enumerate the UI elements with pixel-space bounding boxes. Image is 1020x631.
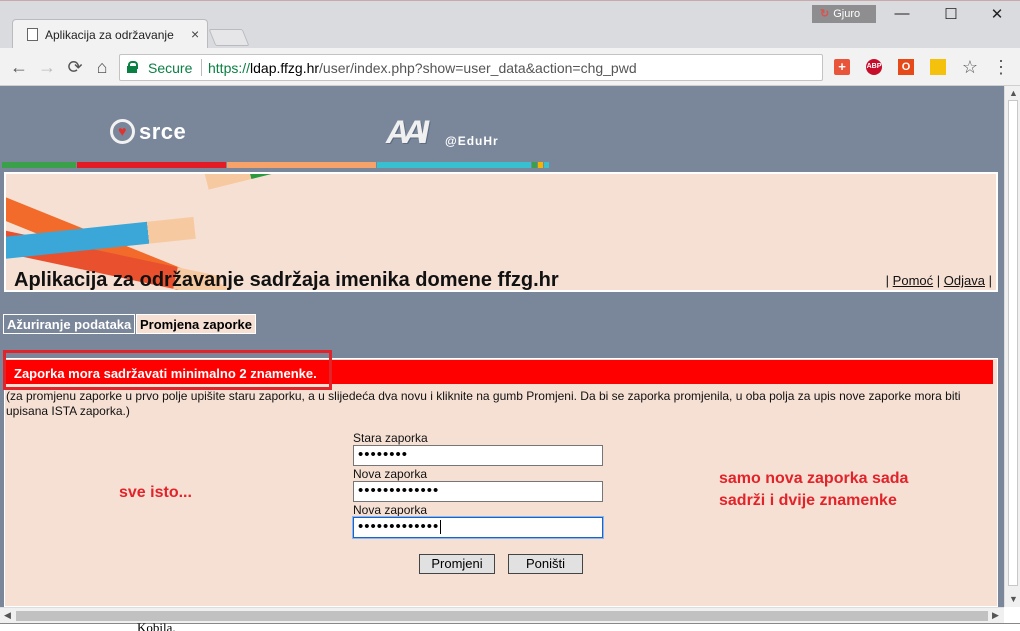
error-highlight-box bbox=[3, 350, 332, 390]
forward-button[interactable]: → bbox=[36, 56, 58, 78]
vertical-scroll-thumb[interactable] bbox=[1008, 100, 1018, 586]
underlying-window: Kobila. bbox=[0, 620, 1020, 631]
scroll-right-icon[interactable]: ▶ bbox=[992, 610, 999, 621]
stripe-red bbox=[77, 162, 226, 168]
new-tab-button[interactable] bbox=[208, 29, 250, 46]
browser-tab[interactable]: Aplikacija za održavanje s × bbox=[12, 19, 208, 49]
header-logos: ♥ srce AAI @EduHr bbox=[0, 86, 1004, 172]
confirm-password-label: Nova zaporka bbox=[353, 503, 428, 517]
annotation-left: sve isto... bbox=[119, 484, 192, 501]
url-host: ldap.ffzg.hr bbox=[250, 60, 320, 76]
vertical-scrollbar[interactable]: ▲ ▼ bbox=[1004, 86, 1020, 607]
app-title: Aplikacija za održavanje sadržaja imenik… bbox=[14, 269, 559, 291]
profile-sync-icon: ↻ bbox=[820, 8, 830, 20]
stripe-green bbox=[2, 162, 76, 168]
back-button[interactable]: ← bbox=[8, 56, 30, 78]
tab-title: Aplikacija za održavanje s bbox=[45, 28, 177, 42]
url-path: /user/index.php?show=user_data&action=ch… bbox=[319, 60, 637, 76]
home-button[interactable]: ⌂ bbox=[91, 56, 113, 78]
page-viewport: ♥ srce AAI @EduHr Aplikacija za održavanj… bbox=[0, 86, 1004, 607]
aai-logo: AAI bbox=[386, 114, 429, 150]
old-password-label: Stara zaporka bbox=[353, 431, 428, 445]
link-separator: | bbox=[988, 273, 992, 288]
browser-titlebar: Aplikacija za održavanje s × ↻ Gjuro — ☐ … bbox=[0, 0, 1020, 49]
annotation-right-line1: samo nova zaporka sada bbox=[719, 470, 909, 487]
url-scheme: https:// bbox=[208, 60, 251, 76]
stripe-orange bbox=[227, 162, 376, 168]
stripe-yellow-small bbox=[538, 162, 543, 168]
page-icon bbox=[27, 28, 38, 41]
srce-logo: ♥ srce bbox=[110, 119, 186, 145]
srce-heart-icon: ♥ bbox=[110, 119, 135, 144]
logout-link[interactable]: Odjava bbox=[944, 273, 985, 288]
close-window-button[interactable]: ✕ bbox=[985, 5, 1009, 27]
reload-button[interactable]: ⟳ bbox=[64, 56, 86, 78]
stripe-cyan-small bbox=[544, 162, 549, 168]
profile-name: Gjuro bbox=[833, 8, 861, 20]
instructions-text: (za promjenu zaporke u prvo polje upišit… bbox=[6, 389, 961, 418]
stripe-cyan bbox=[377, 162, 531, 168]
underlying-window-text: Kobila. bbox=[137, 620, 176, 631]
scroll-up-icon[interactable]: ▲ bbox=[1009, 88, 1018, 98]
reset-button[interactable]: Poništi bbox=[508, 554, 583, 574]
plus-extension-icon[interactable]: + bbox=[834, 59, 850, 75]
eduhr-logo: @EduHr bbox=[445, 134, 499, 148]
stripe-green-small bbox=[532, 162, 537, 168]
old-password-field[interactable]: •••••••• bbox=[353, 445, 603, 466]
scroll-down-icon[interactable]: ▼ bbox=[1009, 594, 1018, 604]
tab-change-password[interactable]: Promjena zaporke bbox=[136, 314, 256, 334]
tab-close-icon[interactable]: × bbox=[191, 26, 199, 42]
profile-button[interactable]: ↻ Gjuro bbox=[812, 5, 876, 23]
app-banner: Aplikacija za održavanje sadržaja imenik… bbox=[4, 172, 998, 292]
scroll-left-icon[interactable]: ◀ bbox=[4, 610, 11, 621]
new-password-field[interactable]: ••••••••••••• bbox=[353, 481, 603, 502]
submit-button[interactable]: Promjeni bbox=[419, 554, 495, 574]
note-extension-icon[interactable] bbox=[930, 59, 946, 75]
office-extension-icon[interactable]: O bbox=[898, 59, 914, 75]
new-password-label: Nova zaporka bbox=[353, 467, 428, 481]
omnibox-divider bbox=[201, 59, 202, 76]
tab-update-data[interactable]: Ažuriranje podataka bbox=[3, 314, 136, 334]
maximize-button[interactable]: ☐ bbox=[939, 5, 963, 27]
banner-links: | Pomoć | Odjava | bbox=[886, 273, 992, 288]
url-text: https://ldap.ffzg.hr/user/index.php?show… bbox=[208, 60, 637, 76]
text-caret bbox=[440, 520, 442, 535]
help-link[interactable]: Pomoć bbox=[893, 273, 933, 288]
confirm-password-field[interactable]: ••••••••••••• bbox=[353, 517, 603, 538]
annotation-right: samo nova zaporka sada sadrži i dvije zn… bbox=[719, 468, 908, 512]
link-separator: | bbox=[936, 273, 941, 288]
address-bar[interactable]: Secure https://ldap.ffzg.hr/user/index.p… bbox=[119, 54, 823, 81]
link-separator: | bbox=[885, 273, 890, 288]
annotation-right-line2: sadrži i dvije znamenke bbox=[719, 492, 897, 509]
confirm-password-value: ••••••••••••• bbox=[358, 518, 440, 535]
srce-logo-text: srce bbox=[139, 119, 187, 144]
browser-menu-icon[interactable]: ⋮ bbox=[990, 56, 1012, 78]
adblock-extension-icon[interactable]: ABP bbox=[866, 59, 882, 75]
secure-label: Secure bbox=[148, 60, 193, 76]
pencil-green-image bbox=[203, 174, 316, 190]
minimize-button[interactable]: — bbox=[890, 5, 914, 27]
bookmark-star-icon[interactable]: ☆ bbox=[959, 56, 981, 78]
lock-icon bbox=[127, 61, 138, 73]
